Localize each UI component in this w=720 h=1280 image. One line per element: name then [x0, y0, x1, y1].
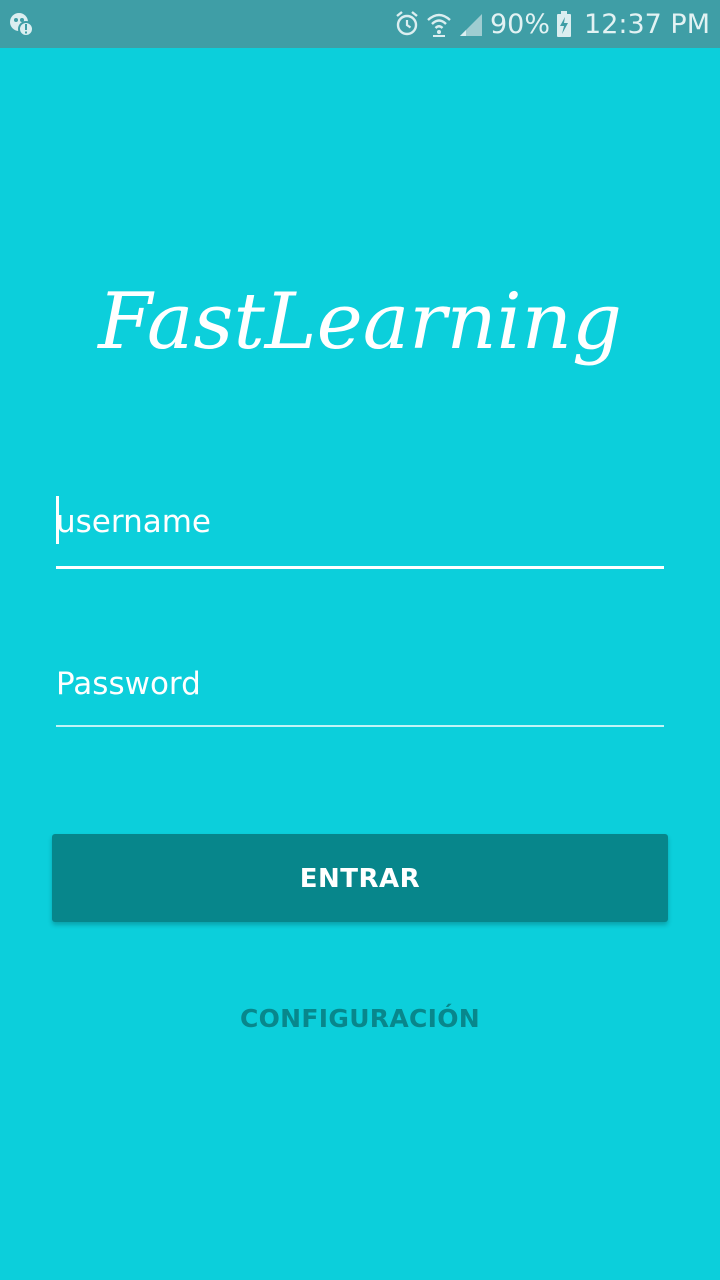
enter-button[interactable]: ENTRAR: [52, 834, 668, 922]
password-field-container: [56, 656, 664, 727]
status-bar: 90% 12:37 PM: [0, 0, 720, 48]
status-right: 90% 12:37 PM: [394, 0, 710, 48]
status-time: 12:37 PM: [584, 8, 710, 40]
password-underline: [56, 725, 664, 727]
username-field-container: [56, 494, 664, 569]
username-underline: [56, 566, 664, 569]
password-input[interactable]: [56, 656, 664, 712]
wifi-icon: [426, 10, 452, 38]
battery-percent: 90%: [490, 8, 551, 40]
battery-charging-icon: [556, 10, 572, 38]
configuration-link[interactable]: CONFIGURACIÓN: [0, 1004, 720, 1033]
text-cursor: [56, 496, 59, 544]
signal-icon: [458, 10, 484, 38]
notification-app-icon: [8, 11, 34, 37]
alarm-icon: [394, 10, 420, 38]
logo-text: FastLearning: [96, 277, 622, 367]
app-logo: FastLearning: [0, 270, 720, 390]
username-input[interactable]: [56, 494, 664, 550]
